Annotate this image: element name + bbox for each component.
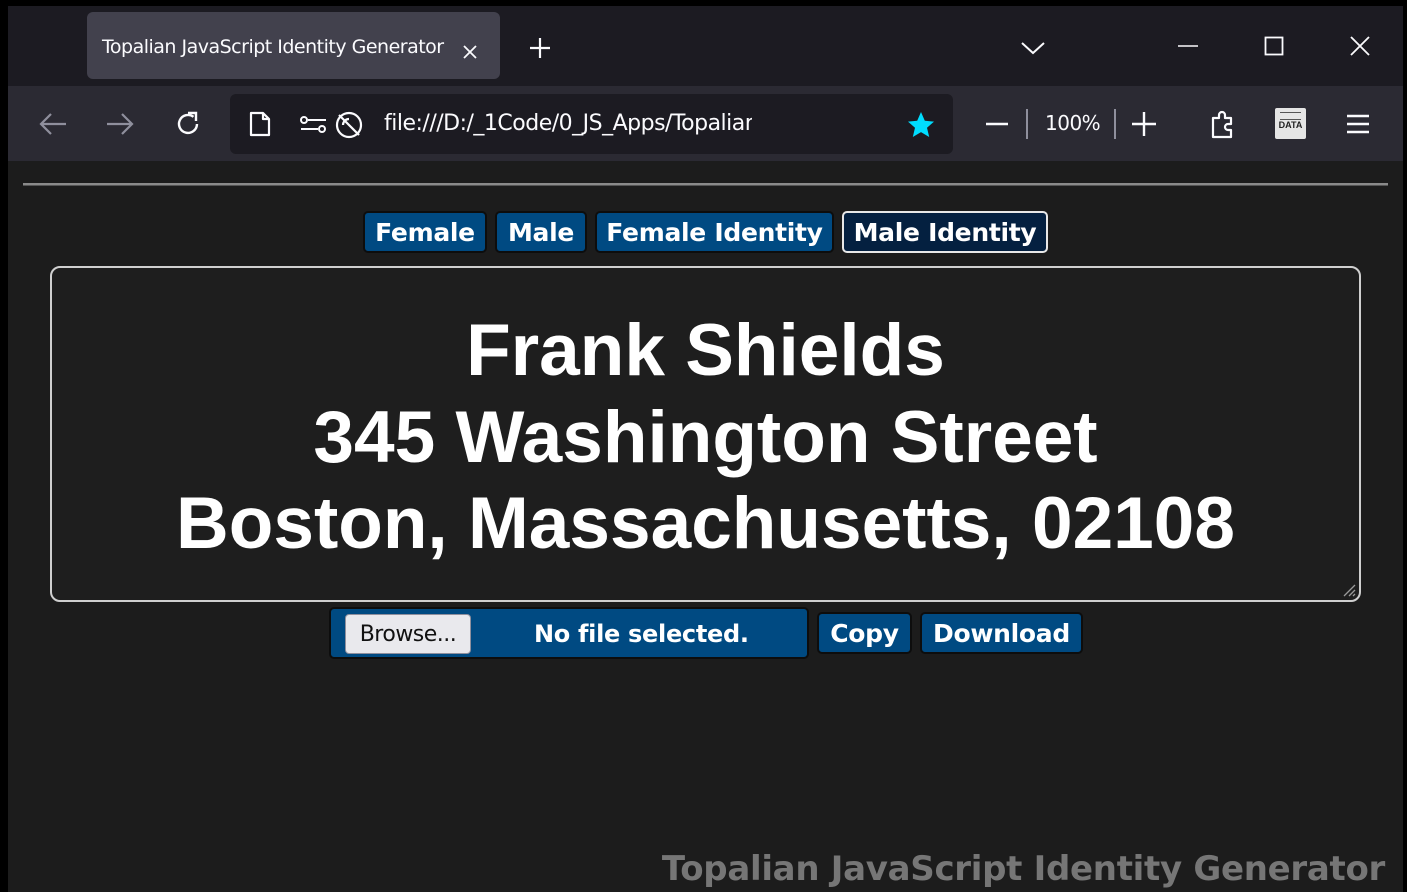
reload-icon[interactable]: [172, 108, 204, 140]
identity-name: Frank Shields: [466, 310, 945, 391]
divider: [1026, 109, 1028, 139]
url-text[interactable]: file:///D:/_1Code/0_JS_Apps/Topalian_Jav…: [384, 111, 752, 136]
page-icon: [249, 111, 271, 137]
zoom-level[interactable]: 100%: [1045, 111, 1101, 135]
identity-type-buttons: Female Male Female Identity Male Identit…: [8, 211, 1403, 255]
identity-street: 345 Washington Street: [313, 397, 1098, 478]
minimize-icon[interactable]: [1168, 30, 1208, 62]
data-extension-icon[interactable]: DATA: [1275, 108, 1306, 139]
forward-arrow-icon[interactable]: [104, 108, 136, 140]
browser-window: Topalian JavaScript Identity Generator f…: [8, 6, 1403, 892]
chevron-down-icon[interactable]: [1018, 33, 1048, 63]
url-bar[interactable]: file:///D:/_1Code/0_JS_Apps/Topalian_Jav…: [230, 94, 953, 154]
tab-title: Topalian JavaScript Identity Generator: [102, 36, 444, 58]
male-button[interactable]: Male: [495, 211, 587, 253]
male-identity-button[interactable]: Male Identity: [842, 211, 1048, 253]
download-button[interactable]: Download: [920, 612, 1083, 654]
extensions-puzzle-icon[interactable]: [1208, 108, 1240, 140]
browse-button[interactable]: Browse...: [345, 614, 471, 654]
footer-title: Topalian JavaScript Identity Generator: [661, 849, 1385, 889]
file-status: No file selected.: [534, 620, 749, 648]
female-identity-button[interactable]: Female Identity: [595, 211, 834, 253]
new-tab-icon[interactable]: [525, 33, 555, 63]
close-window-icon[interactable]: [1340, 30, 1380, 62]
data-extension-label: DATA: [1278, 120, 1303, 130]
bookmark-star-icon[interactable]: [906, 110, 936, 140]
tracking-protection-icon[interactable]: [334, 110, 364, 140]
zoom-out-icon[interactable]: [981, 108, 1013, 140]
resize-grip-icon[interactable]: [1340, 581, 1356, 597]
back-arrow-icon[interactable]: [37, 108, 69, 140]
navigation-bar: file:///D:/_1Code/0_JS_Apps/Topalian_Jav…: [8, 86, 1403, 161]
hamburger-menu-icon[interactable]: [1342, 108, 1374, 140]
divider: [1114, 109, 1116, 139]
close-tab-icon[interactable]: [459, 41, 481, 63]
identity-textarea[interactable]: Frank Shields 345 Washington Street Bost…: [50, 266, 1361, 602]
file-input[interactable]: Browse... No file selected.: [329, 607, 809, 659]
permissions-icon[interactable]: [299, 114, 327, 136]
horizontal-rule: [23, 183, 1388, 186]
identity-city-line: Boston, Massachusetts, 02108: [176, 483, 1235, 564]
browser-tab[interactable]: Topalian JavaScript Identity Generator: [87, 12, 500, 79]
tab-strip: Topalian JavaScript Identity Generator: [8, 6, 1403, 86]
copy-button[interactable]: Copy: [817, 612, 912, 654]
page-content: Female Male Female Identity Male Identit…: [8, 161, 1403, 892]
maximize-icon[interactable]: [1254, 30, 1294, 62]
zoom-in-icon[interactable]: [1128, 108, 1160, 140]
female-button[interactable]: Female: [363, 211, 487, 253]
